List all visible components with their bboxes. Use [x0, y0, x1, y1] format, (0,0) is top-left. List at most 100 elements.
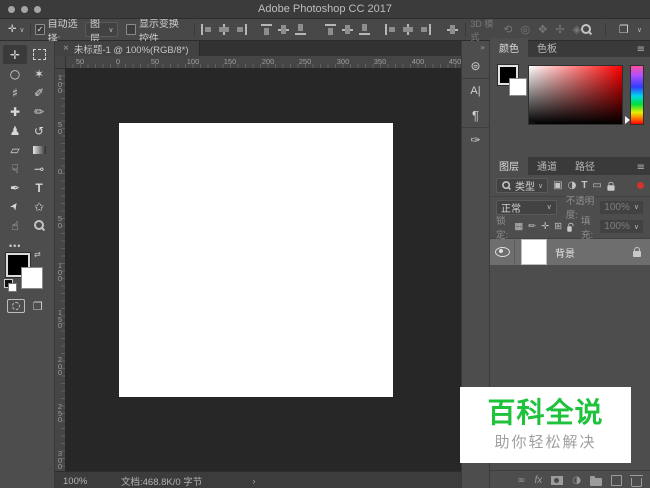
3d-slide-icon[interactable]: ✢ [555, 23, 564, 36]
document-viewport[interactable] [65, 68, 461, 471]
panel-menu-icon[interactable]: ≡ [637, 162, 645, 173]
align-top-icon[interactable] [260, 24, 273, 35]
auto-select-dropdown[interactable]: 图层 ∨ [85, 19, 119, 45]
document-tab[interactable]: × 未标题-1 @ 100%(RGB/8*) [55, 41, 200, 56]
character-panel-icon[interactable]: A| [462, 79, 489, 103]
distribute-spacing-icon[interactable] [446, 24, 459, 35]
tab-color[interactable]: 颜色 [490, 38, 528, 57]
healing-brush-tool[interactable]: ✚ [3, 102, 27, 121]
align-right-icon[interactable] [235, 24, 247, 35]
tab-channels[interactable]: 通道 [528, 156, 566, 175]
fill-field[interactable]: 100% ∨ [599, 219, 644, 234]
distribute-top-icon[interactable] [324, 24, 337, 35]
layer-filter-kind-dropdown[interactable]: 类型 ∨ [496, 178, 549, 193]
filter-type-layers-icon[interactable]: T [581, 180, 587, 191]
marquee-tool[interactable] [27, 45, 51, 64]
show-transform-checkbox[interactable] [126, 24, 136, 35]
search-icon[interactable] [581, 24, 592, 35]
layer-style-icon[interactable]: fx [534, 475, 542, 486]
lock-position-icon[interactable]: ✛ [541, 221, 549, 232]
brush-tool[interactable]: ✏ [27, 102, 51, 121]
hue-slider[interactable] [625, 65, 644, 125]
zoom-level-field[interactable]: 100% [63, 476, 113, 487]
background-color-swatch[interactable] [509, 78, 527, 96]
brush-settings-panel-icon[interactable]: ✑ [462, 128, 489, 152]
dodge-tool[interactable]: ⊸ [27, 159, 51, 178]
expand-panels-icon[interactable]: » [480, 43, 485, 52]
eraser-tool[interactable]: ▱ [3, 140, 27, 159]
smudge-tool[interactable]: ☟ [3, 159, 27, 178]
3d-orbit-icon[interactable]: ⟲ [503, 23, 512, 36]
history-brush-tool[interactable]: ↺ [27, 121, 51, 140]
filter-pixel-layers-icon[interactable]: ▣ [553, 180, 562, 191]
status-menu-chevron[interactable]: › [252, 476, 255, 487]
filter-smart-objects-icon[interactable] [607, 181, 615, 191]
saturation-brightness-picker[interactable] [528, 65, 623, 125]
lock-pixels-icon[interactable]: ✏ [528, 221, 536, 232]
layer-thumbnail[interactable] [521, 239, 547, 265]
filter-adjustment-layers-icon[interactable]: ◑ [568, 180, 577, 191]
panel-menu-icon[interactable]: ≡ [637, 44, 645, 55]
type-tool[interactable]: T [27, 178, 51, 197]
gradient-tool[interactable] [27, 140, 51, 159]
screen-mode-button[interactable]: ❐ [33, 300, 43, 313]
lock-artboard-icon[interactable]: ⊞ [554, 221, 562, 232]
crop-tool[interactable]: ♯ [3, 83, 27, 102]
workspace-icon[interactable]: ❐ [619, 23, 629, 36]
opacity-field[interactable]: 100% ∨ [599, 199, 644, 215]
lock-transparency-icon[interactable]: ▦ [514, 221, 523, 232]
tab-paths[interactable]: 路径 [566, 156, 604, 175]
auto-select-label: 自动选择: [47, 18, 78, 45]
zoom-tool[interactable] [27, 216, 51, 235]
3d-camera-icon[interactable]: ◈ [573, 23, 581, 36]
distribute-left-icon[interactable] [384, 24, 397, 35]
color-panel-swatches [497, 64, 528, 99]
distribute-center-icon[interactable] [402, 24, 414, 35]
align-middle-icon[interactable] [277, 24, 290, 35]
edit-toolbar-button[interactable]: ••• [0, 235, 54, 253]
distribute-middle-icon[interactable] [341, 24, 354, 35]
watermark: 百科全说 助你轻松解决 [460, 387, 631, 463]
swap-colors-icon[interactable]: ⇄ [34, 250, 41, 259]
auto-select-checkbox[interactable]: ✓ [35, 24, 45, 35]
magic-wand-tool[interactable]: ✶ [27, 64, 51, 83]
default-colors-icon[interactable] [4, 279, 17, 292]
hue-slider-marker[interactable] [625, 116, 630, 124]
tab-layers[interactable]: 图层 [490, 156, 528, 175]
distribute-bottom-icon[interactable] [358, 24, 371, 35]
new-layer-icon[interactable] [611, 475, 622, 486]
quick-mask-button[interactable] [7, 299, 25, 313]
layer-row-background[interactable]: 背景 [490, 239, 650, 265]
3d-roll-icon[interactable]: ◎ [520, 23, 530, 36]
layer-filter-toggle[interactable] [637, 182, 644, 189]
3d-pan-icon[interactable]: ✥ [538, 23, 547, 36]
eyedropper-tool[interactable]: ✐ [27, 83, 51, 102]
align-left-icon[interactable] [200, 24, 213, 35]
background-color-swatch[interactable] [21, 267, 43, 289]
add-mask-icon[interactable] [551, 476, 564, 485]
delete-layer-icon[interactable] [630, 474, 643, 487]
lock-all-icon[interactable] [567, 222, 574, 232]
distribute-right-icon[interactable] [419, 24, 431, 35]
lasso-tool[interactable]: ○ [3, 64, 27, 83]
picker-corner-marker [529, 117, 536, 124]
new-group-icon[interactable] [590, 476, 602, 486]
document-canvas[interactable] [119, 123, 393, 397]
filter-shape-layers-icon[interactable]: ▭ [592, 180, 601, 191]
clone-stamp-tool[interactable]: ♟ [3, 121, 27, 140]
new-adjustment-layer-icon[interactable]: ◑ [572, 475, 581, 486]
shape-tool[interactable]: ✩ [27, 197, 51, 216]
tab-swatches[interactable]: 色板 [528, 38, 566, 57]
adjustments-panel-icon[interactable]: ⊜ [462, 54, 489, 78]
document-info[interactable]: 文档:468.8K/0 字节 [121, 474, 202, 488]
move-tool[interactable]: ✛ [3, 45, 27, 64]
layer-visibility-toggle[interactable] [490, 239, 515, 265]
align-center-h-icon[interactable] [218, 24, 230, 35]
align-bottom-icon[interactable] [294, 24, 307, 35]
status-bar: 100% 文档:468.8K/0 字节 › [55, 471, 461, 488]
link-layers-icon[interactable]: ∞ [517, 475, 525, 486]
ruler-label: 50 [57, 120, 63, 136]
tool-preset[interactable]: ✛ ∨ [8, 24, 25, 35]
paragraph-panel-icon[interactable]: ¶ [462, 103, 489, 127]
close-tab-icon[interactable]: × [63, 43, 69, 54]
